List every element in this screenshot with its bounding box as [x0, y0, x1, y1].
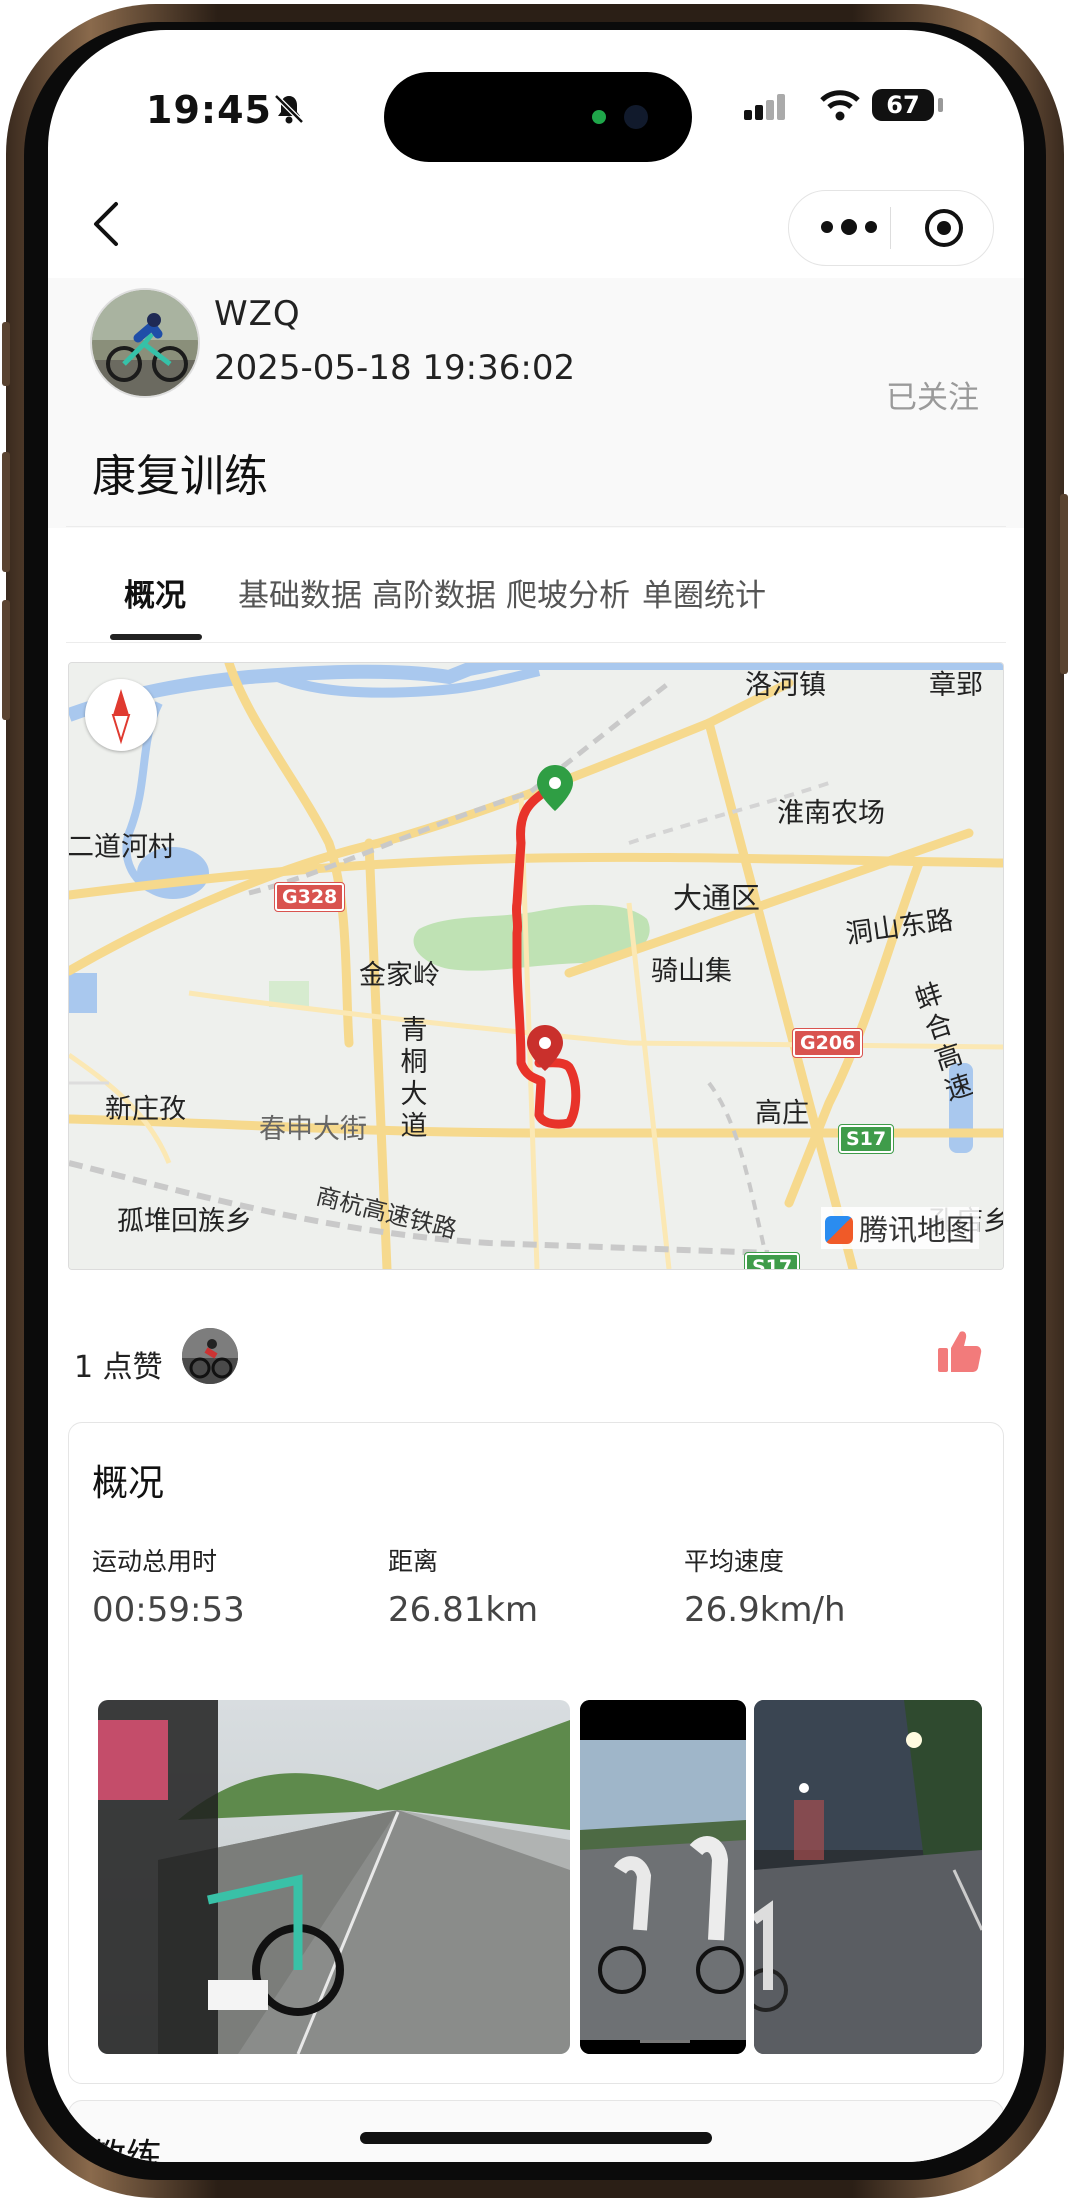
- highway-shield: G328: [273, 882, 346, 912]
- capsule-divider: [890, 207, 891, 249]
- tab-lap-stats[interactable]: 单圈统计: [642, 570, 766, 615]
- thumbs-up-icon[interactable]: [934, 1326, 984, 1376]
- stat-value-duration: 00:59:53: [92, 1590, 245, 1630]
- compass-icon[interactable]: [85, 679, 157, 751]
- map-label: 高庄: [755, 1098, 809, 1129]
- tabs-top-divider: [66, 526, 1006, 527]
- back-chevron-icon[interactable]: [86, 198, 126, 250]
- volume-down-button: [2, 600, 10, 720]
- tabs-bottom-divider: [66, 642, 1006, 643]
- home-indicator[interactable]: [360, 2132, 712, 2144]
- stat-value-distance: 26.81km: [388, 1590, 539, 1630]
- stat-label-duration: 运动总用时: [92, 1547, 218, 1576]
- stat-label-avg-speed: 平均速度: [684, 1547, 785, 1576]
- map-label: 章郢: [929, 670, 983, 701]
- tencent-map-icon: [825, 1216, 853, 1244]
- ride-photo[interactable]: [754, 1700, 982, 2054]
- route-map[interactable]: 洛河镇 章郢 二道河村 淮南农场 大通区 洞山东路 金家岭 骑山集 青桐大道 蚌…: [68, 662, 1004, 1270]
- map-label: 淮南农场: [777, 798, 885, 829]
- map-provider-label: 腾讯地图: [859, 1213, 976, 1247]
- highway-shield: S17: [837, 1124, 895, 1154]
- highway-shield: S17: [743, 1252, 801, 1269]
- map-label: 洛河镇: [745, 670, 826, 701]
- stat-label-distance: 距离: [388, 1547, 439, 1576]
- target-icon[interactable]: [923, 207, 965, 249]
- highway-shield: G206: [791, 1028, 864, 1058]
- map-provider-logo: 腾讯地图: [821, 1207, 980, 1249]
- volume-up-button: [2, 452, 10, 572]
- more-dots-icon[interactable]: [819, 215, 879, 239]
- overview-title: 概况: [92, 1463, 165, 1504]
- active-tab-indicator: [110, 634, 202, 640]
- username: WZQ: [214, 294, 301, 334]
- battery-tip: [938, 98, 943, 112]
- map-label: 春申大街: [259, 1114, 367, 1145]
- bell-slash-icon: [274, 94, 304, 124]
- coach-section-title: 教练: [90, 2137, 163, 2162]
- camera-indicator: [592, 110, 606, 124]
- map-label: 新庄孜: [105, 1094, 186, 1125]
- activity-timestamp: 2025-05-18 19:36:02: [214, 348, 576, 388]
- power-button: [1060, 494, 1068, 674]
- map-canvas: [69, 663, 1003, 1269]
- map-label: 骑山集: [651, 956, 732, 987]
- map-label: 大通区: [673, 881, 761, 915]
- mini-program-capsule: [788, 190, 994, 266]
- signal-icon: [744, 94, 785, 120]
- map-label: 二道河村: [68, 832, 175, 863]
- action-button: [2, 322, 10, 386]
- tab-overview[interactable]: 概况: [124, 570, 186, 615]
- battery-icon: 67: [872, 89, 934, 121]
- dynamic-island: [384, 72, 692, 162]
- wifi-icon: [820, 90, 860, 121]
- status-bar: 19:45 67: [48, 30, 1024, 170]
- tab-basic-data[interactable]: 基础数据: [238, 570, 362, 615]
- status-time: 19:45: [146, 88, 272, 132]
- camera-lens: [624, 105, 648, 129]
- map-label: 孤堆回族乡: [117, 1206, 252, 1237]
- map-label: 金家岭: [359, 960, 440, 991]
- activity-title: 康复训练: [92, 451, 268, 502]
- tab-advanced-data[interactable]: 高阶数据: [372, 570, 496, 615]
- stat-value-avg-speed: 26.9km/h: [684, 1590, 846, 1630]
- follow-button[interactable]: 已关注: [886, 372, 979, 417]
- tab-climb-analysis[interactable]: 爬坡分析: [506, 570, 630, 615]
- map-label: 青桐大道: [400, 1015, 428, 1142]
- ride-photo[interactable]: [580, 1700, 746, 2054]
- screen: 19:45 67 WZQ 2025-05-18 19:36:02 已关注 康复训…: [48, 30, 1024, 2162]
- liker-avatar[interactable]: [182, 1328, 238, 1384]
- coach-card: [68, 2100, 1004, 2162]
- avatar[interactable]: [90, 288, 200, 398]
- ride-photo[interactable]: [98, 1700, 570, 2054]
- likes-count: 1 点赞: [74, 1350, 163, 1385]
